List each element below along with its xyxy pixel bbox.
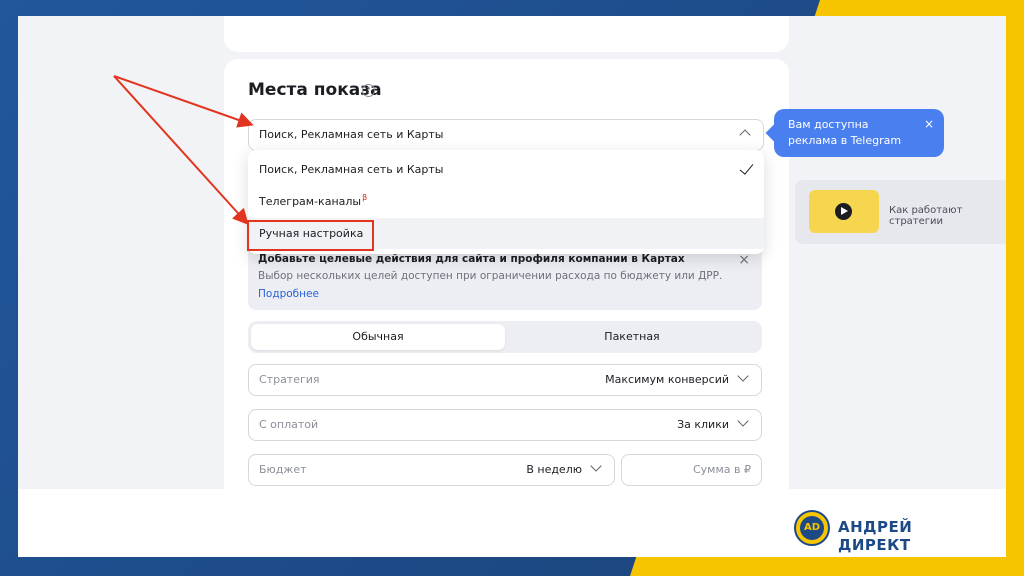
logo-text: АНДРЕЙ ДИРЕКТ <box>838 518 913 554</box>
logo-emblem: AD <box>794 510 830 546</box>
brand-logo: AD АНДРЕЙ ДИРЕКТ <box>794 508 984 554</box>
logo-mark: AD <box>800 516 824 540</box>
annotation-arrows <box>113 75 254 225</box>
arrow-to-manual <box>113 75 249 225</box>
screenshot-frame: Места показа ? Поиск, Рекламная сеть и К… <box>18 16 1006 557</box>
